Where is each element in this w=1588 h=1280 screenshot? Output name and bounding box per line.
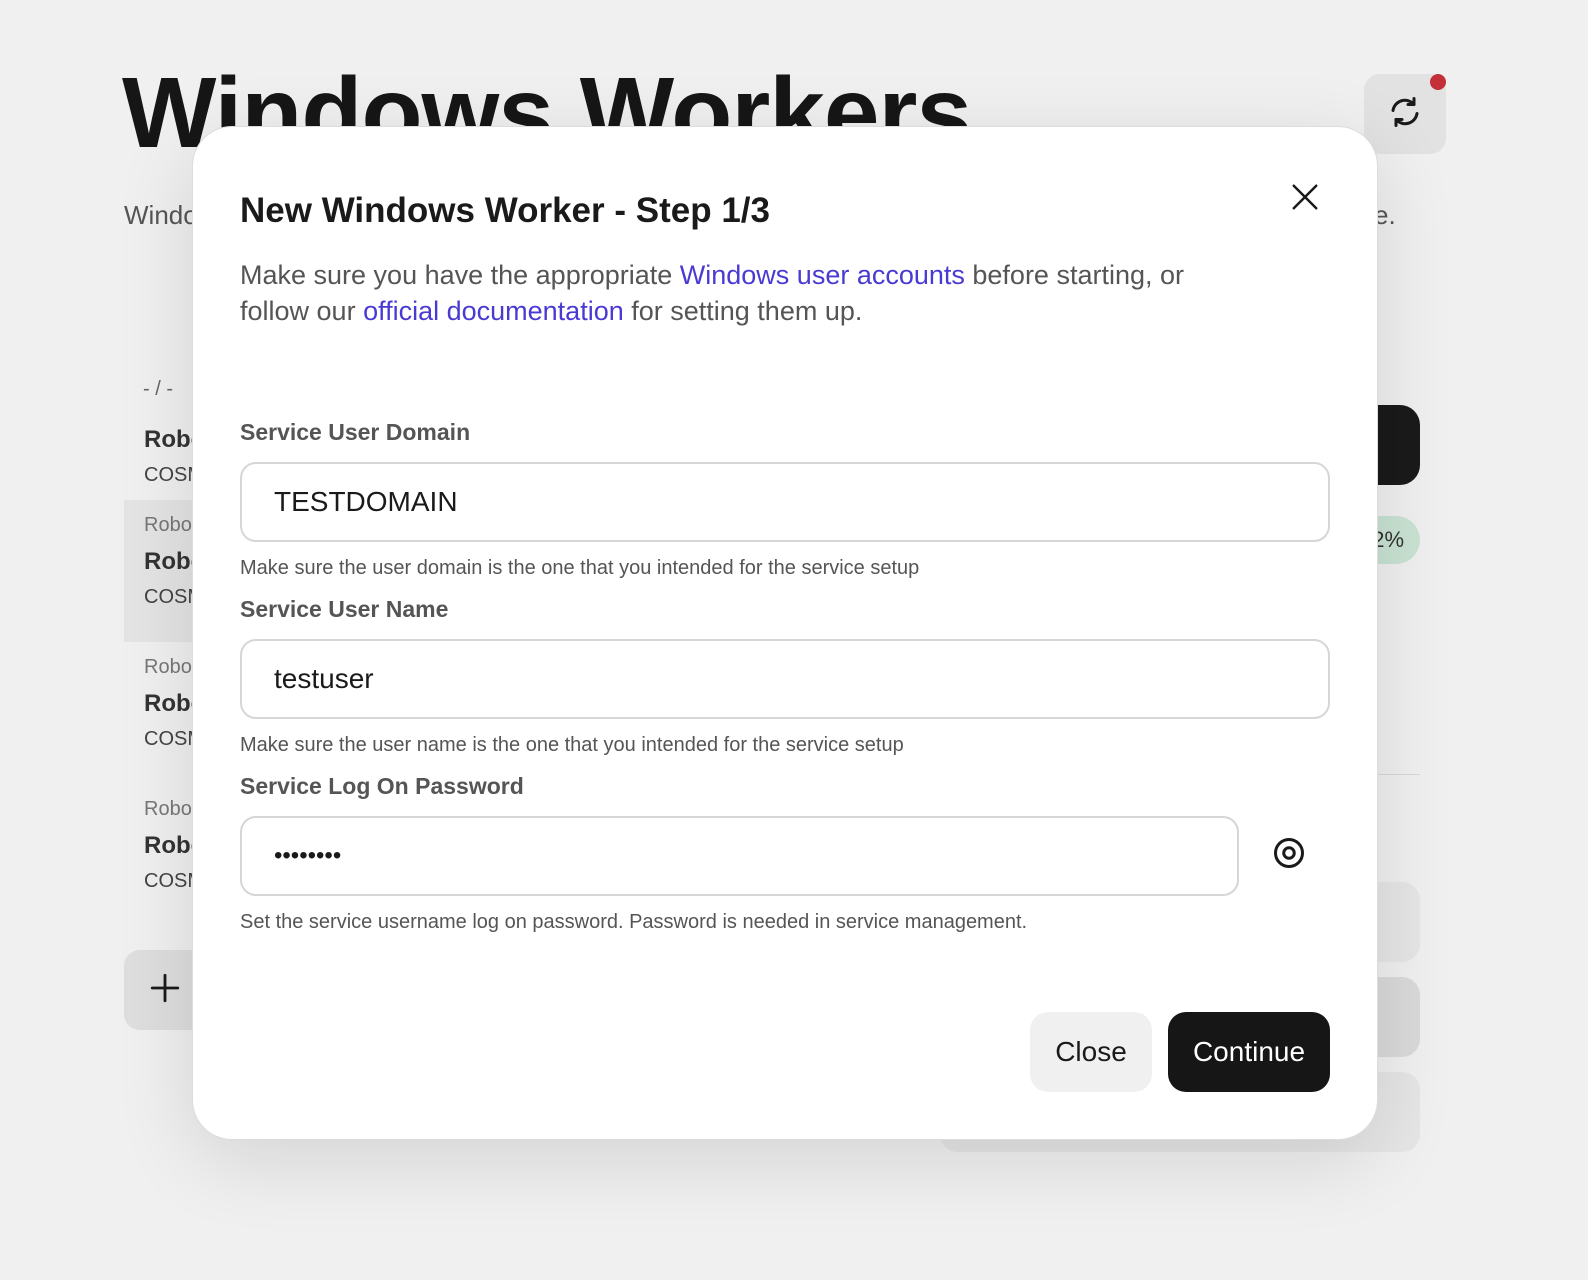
continue-button[interactable]: Continue bbox=[1168, 1012, 1330, 1092]
official-documentation-link[interactable]: official documentation bbox=[363, 296, 624, 326]
password-label: Service Log On Password bbox=[240, 773, 524, 799]
windows-user-accounts-link[interactable]: Windows user accounts bbox=[680, 260, 965, 290]
refresh-button[interactable] bbox=[1364, 74, 1446, 154]
intro-text: for setting them up. bbox=[623, 296, 863, 326]
domain-label: Service User Domain bbox=[240, 419, 471, 445]
new-worker-dialog: New Windows Worker - Step 1/3 Make sure … bbox=[192, 126, 1378, 1140]
eye-icon bbox=[1271, 835, 1307, 876]
dialog-intro: Make sure you have the appropriate Windo… bbox=[240, 257, 1260, 329]
plus-icon bbox=[148, 971, 182, 1010]
dialog-title: New Windows Worker - Step 1/3 bbox=[240, 191, 770, 230]
password-input[interactable] bbox=[240, 816, 1239, 896]
refresh-icon bbox=[1387, 94, 1423, 135]
breadcrumb: - / - bbox=[143, 378, 173, 400]
intro-text: Make sure you have the appropriate bbox=[240, 260, 680, 290]
username-help: Make sure the user name is the one that … bbox=[240, 734, 904, 756]
page-subtitle: Windo bbox=[124, 200, 198, 230]
username-label: Service User Name bbox=[240, 596, 449, 622]
domain-help: Make sure the user domain is the one tha… bbox=[240, 557, 920, 579]
password-help: Set the service username log on password… bbox=[240, 911, 1028, 933]
show-password-button[interactable] bbox=[1269, 835, 1309, 875]
username-input[interactable] bbox=[240, 639, 1330, 719]
domain-input[interactable] bbox=[240, 462, 1330, 542]
notification-dot bbox=[1430, 74, 1446, 90]
close-button[interactable]: Close bbox=[1030, 1012, 1152, 1092]
dialog-close-button[interactable] bbox=[1283, 177, 1327, 221]
close-icon bbox=[1290, 182, 1320, 217]
